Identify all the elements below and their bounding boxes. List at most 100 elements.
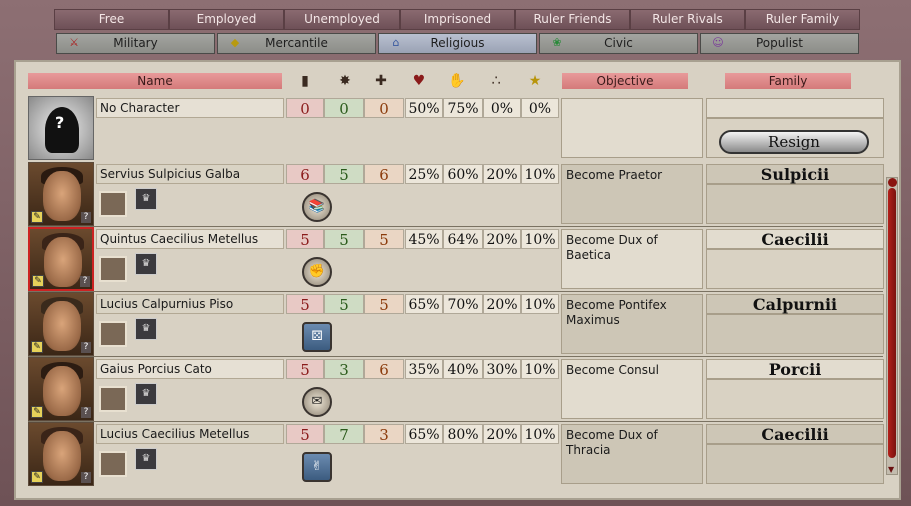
resign-button[interactable]: Resign (719, 130, 869, 154)
table-row[interactable]: ✎? Gaius Porcius Cato ♛ 5 3 6 35% 40% 30… (28, 357, 884, 421)
family-name (706, 98, 884, 118)
pct-prominence: 10% (521, 294, 559, 314)
stat-finesse: 5 (324, 164, 364, 184)
table-row[interactable]: ✎? Servius Sulpicius Galba ♛ 6 5 6 25% 6… (28, 162, 884, 226)
table-row[interactable]: ✎? Lucius Calpurnius Piso ♛ 5 5 5 65% 70… (28, 292, 884, 356)
ancillary-slot[interactable] (99, 191, 127, 217)
avatar[interactable]: ✎? (28, 292, 94, 356)
family-header[interactable]: Family (725, 73, 851, 89)
pct-popularity: 70% (443, 294, 483, 314)
tab-mercantile-label: Mercantile (265, 36, 328, 50)
crown-icon[interactable]: ♛ (135, 188, 157, 210)
tab-military[interactable]: ⚔ Military (56, 33, 215, 54)
dice-icon[interactable]: ⚄ (302, 322, 332, 352)
martial-icon[interactable]: ▮ (296, 72, 314, 90)
pct-popularity: 64% (443, 229, 483, 249)
info-icon[interactable]: ? (80, 276, 90, 287)
stat-finesse: 3 (324, 359, 364, 379)
family-name: Porcii (706, 359, 884, 379)
pct-corruption: 30% (483, 359, 521, 379)
stat-zeal: 6 (364, 164, 404, 184)
table-row[interactable]: ✎? Quintus Caecilius Metellus ♛ 5 5 5 45… (28, 227, 884, 291)
objective-box: Become Dux of Thracia (561, 424, 703, 484)
table-row[interactable]: ✎? Lucius Caecilius Metellus ♛ 5 7 3 65%… (28, 422, 884, 486)
stat-martial: 5 (286, 359, 324, 379)
tab-employed[interactable]: Employed (169, 9, 284, 30)
corruption-icon[interactable]: ∴ (487, 72, 505, 90)
scroll-up-icon[interactable] (888, 178, 897, 187)
family-name: Calpurnii (706, 294, 884, 314)
tab-civic[interactable]: ❀ Civic (539, 33, 698, 54)
scrollbar[interactable]: ▼ (886, 177, 898, 475)
ancillary-slot[interactable] (99, 386, 127, 412)
crown-icon[interactable]: ♛ (135, 448, 157, 470)
stat-zeal: 5 (364, 294, 404, 314)
tab-imprisoned[interactable]: Imprisoned (400, 9, 515, 30)
tab-mercantile[interactable]: ◆ Mercantile (217, 33, 376, 54)
popularity-icon[interactable]: ✋ (448, 72, 466, 90)
crown-icon[interactable]: ♛ (135, 383, 157, 405)
edit-icon[interactable]: ✎ (31, 341, 43, 353)
book-icon[interactable]: 📚 (302, 192, 332, 222)
zeal-icon[interactable]: ✚ (372, 72, 390, 90)
family-box (706, 314, 884, 354)
tab-populist-label: Populist (756, 36, 803, 50)
character-name: No Character (96, 98, 284, 118)
avatar[interactable]: ✎? (28, 227, 94, 291)
temple-icon: ⌂ (392, 36, 400, 49)
faction-tabs: ⚔ Military ◆ Mercantile ⌂ Religious ❀ Civic … (56, 33, 861, 54)
finesse-icon[interactable]: ✸ (336, 72, 354, 90)
info-icon[interactable]: ? (81, 342, 91, 353)
tab-ruler-rivals[interactable]: Ruler Rivals (630, 9, 745, 30)
edit-icon[interactable]: ✎ (32, 275, 44, 287)
character-name: Servius Sulpicius Galba (96, 164, 284, 184)
objective-box: Become Dux of Baetica (561, 229, 703, 289)
tab-populist[interactable]: ☺ Populist (700, 33, 859, 54)
pct-popularity: 60% (443, 164, 483, 184)
pct-prominence: 0% (521, 98, 559, 118)
pct-prominence: 10% (521, 424, 559, 444)
edit-icon[interactable]: ✎ (31, 406, 43, 418)
stat-finesse: 5 (324, 294, 364, 314)
tab-free[interactable]: Free (54, 9, 169, 30)
scroll-down-icon[interactable]: ▼ (888, 465, 894, 474)
crown-icon[interactable]: ♛ (135, 253, 157, 275)
family-name: Caecilii (706, 424, 884, 444)
filter-tabs: Free Employed Unemployed Imprisoned Rule… (54, 9, 860, 31)
fist-icon[interactable]: ✊ (302, 257, 332, 287)
family-box (706, 379, 884, 419)
pct-loyalty: 65% (405, 424, 443, 444)
ancillary-slot[interactable] (99, 321, 127, 347)
ancillary-slot[interactable] (99, 256, 127, 282)
avatar[interactable]: ✎? (28, 357, 94, 421)
loyalty-icon[interactable]: ♥ (410, 72, 428, 90)
avatar[interactable]: ✎? (28, 422, 94, 486)
edit-icon[interactable]: ✎ (31, 211, 43, 223)
objective-header[interactable]: Objective (562, 73, 688, 89)
stat-martial: 6 (286, 164, 324, 184)
stat-finesse: 0 (324, 98, 364, 118)
speech-icon[interactable]: ✉ (302, 387, 332, 417)
avatar[interactable]: ✎? (28, 162, 94, 226)
tab-unemployed[interactable]: Unemployed (284, 9, 400, 30)
tab-religious-label: Religious (430, 36, 485, 50)
pct-popularity: 40% (443, 359, 483, 379)
ancillary-slot[interactable] (99, 451, 127, 477)
pct-prominence: 10% (521, 359, 559, 379)
pct-loyalty: 65% (405, 294, 443, 314)
info-icon[interactable]: ? (81, 472, 91, 483)
edit-icon[interactable]: ✎ (31, 471, 43, 483)
scrollbar-thumb[interactable] (888, 188, 896, 458)
pct-popularity: 80% (443, 424, 483, 444)
thumbs-up-icon[interactable]: ✌ (302, 452, 332, 482)
name-header[interactable]: Name (28, 73, 282, 89)
tab-ruler-family[interactable]: Ruler Family (745, 9, 860, 30)
prominence-icon[interactable]: ★ (526, 72, 544, 90)
crown-icon[interactable]: ♛ (135, 318, 157, 340)
populist-icon: ☺ (712, 36, 724, 49)
info-icon[interactable]: ? (81, 407, 91, 418)
no-character-row[interactable]: ? No Character 0 0 0 50% 75% 0% 0% Resig… (28, 96, 884, 160)
info-icon[interactable]: ? (81, 212, 91, 223)
tab-ruler-friends[interactable]: Ruler Friends (515, 9, 630, 30)
tab-religious[interactable]: ⌂ Religious (378, 33, 537, 54)
